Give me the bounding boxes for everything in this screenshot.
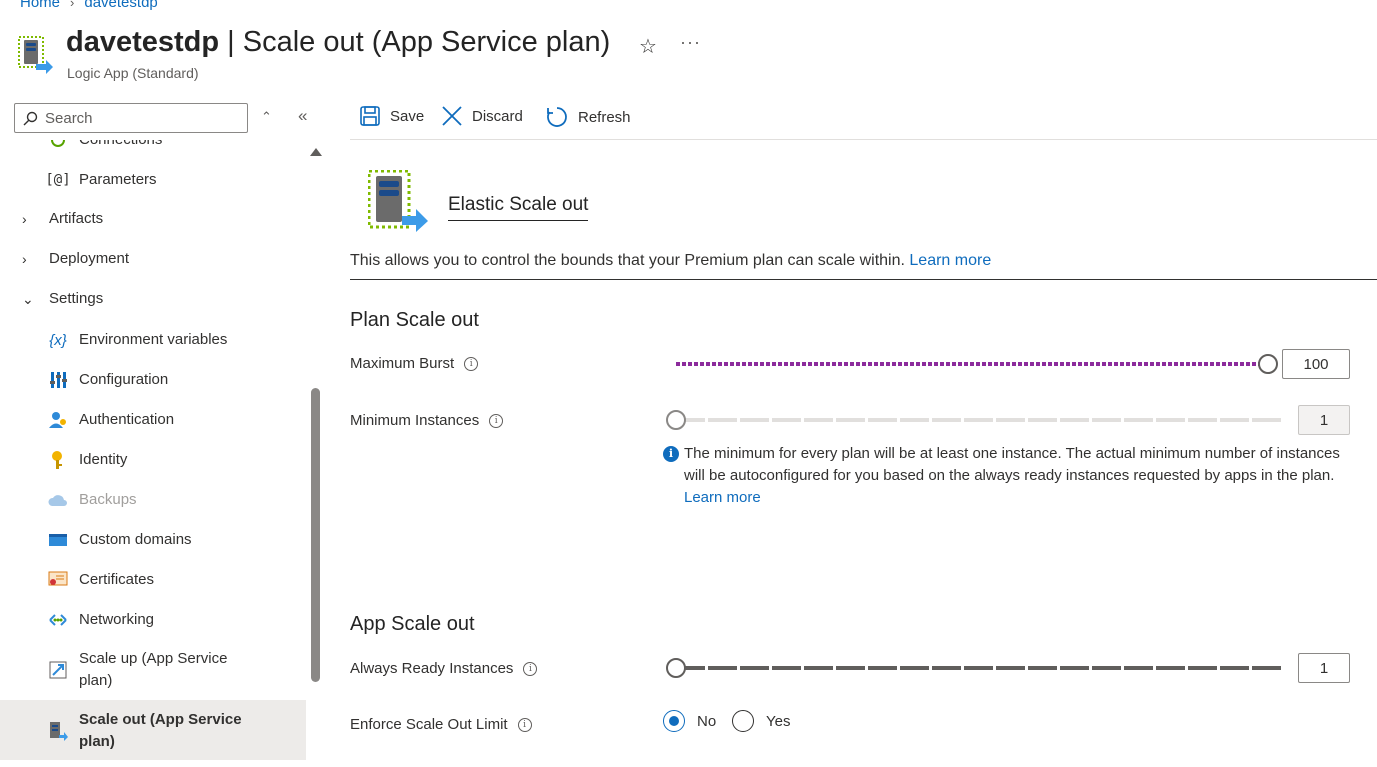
sidebar-item-custom-domains[interactable]: Custom domains — [0, 528, 306, 552]
info-icon[interactable]: i — [523, 661, 538, 676]
sidebar-item-environment-variables[interactable]: {x} Environment variables — [0, 328, 306, 352]
sidebar-search-input[interactable]: Search — [14, 103, 248, 133]
favorite-star-icon[interactable]: ☆ — [639, 34, 657, 59]
description-text: This allows you to control the bounds th… — [350, 252, 1377, 280]
minimum-instances-track — [676, 418, 1284, 422]
connections-icon — [47, 140, 69, 151]
breadcrumb-resource-link[interactable]: davetestdp — [84, 0, 157, 11]
radio-selected-icon — [663, 710, 685, 732]
certificates-icon — [47, 569, 69, 591]
save-icon — [360, 106, 380, 126]
chevron-right-icon: › — [70, 0, 75, 10]
page-title: davetestdp | Scale out (App Service plan… — [66, 26, 611, 58]
sidebar-item-settings[interactable]: ⌄ Settings — [0, 287, 306, 311]
always-ready-label: Always Ready Instances i — [350, 660, 538, 677]
sidebar-scrollbar-thumb[interactable] — [311, 388, 320, 682]
sidebar-item-deployment[interactable]: › Deployment — [0, 247, 306, 271]
maximum-burst-input[interactable]: 100 — [1282, 349, 1350, 379]
always-ready-thumb[interactable] — [666, 658, 686, 678]
save-button[interactable]: Save — [360, 106, 424, 126]
sidebar-item-parameters[interactable]: [@] Parameters — [0, 168, 306, 192]
learn-more-link[interactable]: Learn more — [909, 252, 991, 269]
maximum-burst-label: Maximum Burst i — [350, 355, 479, 372]
backups-icon — [47, 489, 69, 511]
radio-unselected-icon — [732, 710, 754, 732]
more-options-icon[interactable]: ··· — [680, 32, 701, 53]
info-icon[interactable]: i — [489, 413, 504, 428]
info-icon[interactable]: i — [464, 356, 479, 371]
logic-app-icon — [18, 36, 54, 74]
search-icon — [23, 111, 38, 125]
info-icon[interactable]: i — [517, 717, 532, 732]
plan-scale-out-heading: Plan Scale out — [350, 309, 479, 331]
chevron-right-icon: › — [22, 211, 27, 227]
parameters-icon: [@] — [45, 172, 71, 188]
sidebar-item-identity[interactable]: Identity — [0, 448, 306, 472]
enforce-limit-yes-radio[interactable]: Yes — [732, 710, 790, 732]
authentication-icon — [47, 409, 69, 431]
learn-more-link[interactable]: Learn more — [684, 489, 761, 506]
minimum-instances-slider[interactable] — [666, 410, 1284, 430]
environment-variables-icon: {x} — [49, 331, 67, 349]
minimum-instances-thumb[interactable] — [666, 410, 686, 430]
always-ready-track — [676, 666, 1284, 670]
networking-icon — [47, 609, 69, 631]
chevron-down-icon: ⌄ — [22, 290, 34, 307]
discard-button[interactable]: Discard — [442, 106, 523, 126]
expand-collapse-icon[interactable]: ⌃ — [261, 109, 272, 125]
refresh-icon — [547, 107, 567, 127]
minimum-instances-info: i The minimum for every plan will be at … — [663, 443, 1353, 509]
maximum-burst-thumb[interactable] — [1258, 354, 1278, 374]
close-icon — [442, 106, 462, 126]
sidebar-item-networking[interactable]: Networking — [0, 608, 306, 632]
sidebar-item-scale-up[interactable]: Scale up (App Service plan) — [0, 646, 306, 694]
app-scale-out-heading: App Scale out — [350, 613, 475, 635]
page-subtitle: Logic App (Standard) — [67, 65, 199, 81]
sidebar-item-connections[interactable]: Connections — [0, 140, 306, 152]
breadcrumb-home-link[interactable]: Home — [20, 0, 60, 11]
elastic-scale-out-icon — [367, 169, 430, 232]
always-ready-slider[interactable] — [666, 658, 1284, 678]
sidebar-item-artifacts[interactable]: › Artifacts — [0, 207, 306, 231]
sidebar-item-configuration[interactable]: Configuration — [0, 368, 306, 392]
always-ready-input[interactable]: 1 — [1298, 653, 1350, 683]
sidebar-item-certificates[interactable]: Certificates — [0, 568, 306, 592]
sidebar-nav: Connections [@] Parameters › Artifacts ›… — [0, 140, 306, 767]
command-bar: Save Discard Refresh — [350, 102, 1377, 140]
maximum-burst-slider[interactable] — [676, 354, 1278, 374]
identity-icon — [47, 449, 69, 471]
scale-up-icon — [47, 659, 69, 681]
sidebar-item-authentication[interactable]: Authentication — [0, 408, 306, 432]
collapse-sidebar-icon[interactable]: « — [298, 106, 307, 126]
search-placeholder: Search — [45, 109, 93, 127]
minimum-instances-input[interactable]: 1 — [1298, 405, 1350, 435]
minimum-instances-label: Minimum Instances i — [350, 412, 504, 429]
sidebar-item-scale-out[interactable]: Scale out (App Service plan) — [0, 700, 306, 760]
scale-out-icon — [47, 720, 69, 742]
info-filled-icon: i — [663, 446, 679, 462]
refresh-button[interactable]: Refresh — [546, 106, 631, 128]
maximum-burst-track — [676, 362, 1268, 366]
chevron-right-icon: › — [22, 251, 27, 267]
breadcrumb: Home › davetestdp — [20, 0, 158, 11]
enforce-scale-out-limit-label: Enforce Scale Out Limit i — [350, 716, 532, 733]
configuration-icon — [47, 369, 69, 391]
sidebar-item-backups[interactable]: Backups — [0, 488, 306, 512]
enforce-limit-no-radio[interactable]: No — [663, 710, 716, 732]
scroll-up-arrow-icon[interactable] — [310, 148, 322, 156]
custom-domains-icon — [47, 529, 69, 551]
elastic-scale-out-title: Elastic Scale out — [448, 194, 589, 221]
